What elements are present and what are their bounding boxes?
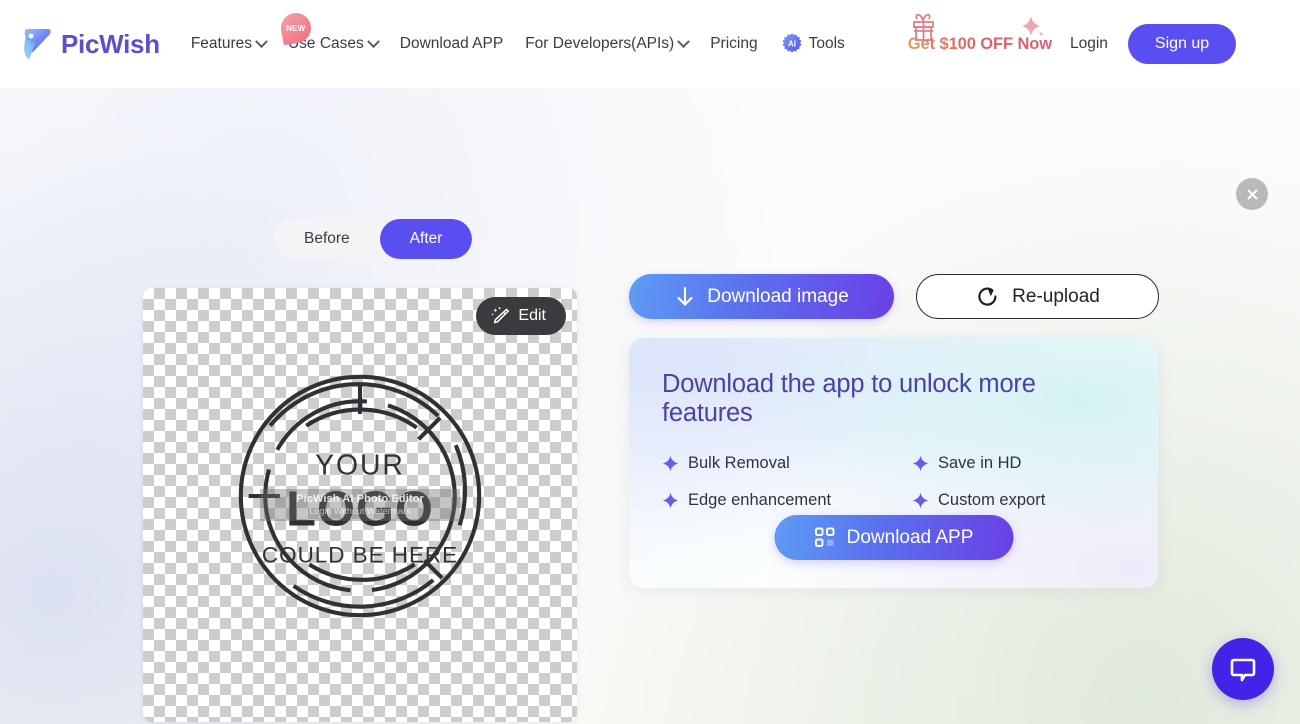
chevron-down-icon	[677, 34, 691, 48]
chat-bubble-icon	[1230, 658, 1256, 682]
nav-item-ai-tools[interactable]: AI Tools	[769, 24, 856, 64]
action-button-row: Download image Re-upload	[629, 274, 1159, 319]
feature-label: Bulk Removal	[688, 454, 790, 472]
main-navigation: Features NEW Use Cases Download APP For …	[180, 10, 1278, 64]
nav-label: Download APP	[399, 35, 504, 52]
chevron-down-icon	[255, 34, 268, 48]
chevron-down-icon	[366, 34, 380, 48]
svg-text:AI: AI	[788, 39, 796, 48]
nav-label: For Developers(APIs)	[525, 35, 675, 52]
sparkle-icon	[912, 455, 929, 472]
toggle-option-before[interactable]: Before	[274, 219, 380, 259]
feature-item: Edge enhancement	[662, 491, 912, 510]
download-app-card: Download the app to unlock more features…	[629, 338, 1158, 588]
close-icon	[1247, 189, 1257, 199]
nav-item-use-cases[interactable]: NEW Use Cases	[277, 10, 389, 61]
sparkle-icon	[662, 492, 679, 509]
feature-label: Save in HD	[938, 454, 1022, 472]
site-header: PicWish Features NEW Use Cases Download …	[0, 0, 1300, 88]
new-badge-label: NEW	[286, 23, 306, 33]
feature-label: Edge enhancement	[688, 491, 832, 509]
re-upload-button[interactable]: Re-upload	[916, 274, 1159, 319]
app-feature-list: Bulk Removal Save in HD Edge enhancement…	[662, 454, 1125, 510]
watermark-main-text: PicWish AI Photo Editor	[296, 493, 424, 505]
magic-pencil-icon	[492, 306, 510, 323]
svg-text:YOUR: YOUR	[315, 450, 405, 482]
edit-button-label: Edit	[518, 307, 546, 324]
download-app-label: Download APP	[846, 526, 974, 548]
nav-label: Tools	[808, 35, 845, 52]
picwish-logo-link[interactable]: PicWish	[22, 27, 160, 61]
nav-item-features[interactable]: Features	[180, 27, 277, 61]
picwish-bird-logo-icon	[24, 29, 51, 60]
nav-item-for-developers[interactable]: For Developers(APIs)	[514, 27, 699, 61]
toggle-option-after[interactable]: After	[379, 219, 473, 259]
download-app-button[interactable]: Download APP	[774, 515, 1013, 560]
sparkle-icon	[662, 455, 679, 472]
re-upload-label: Re-upload	[1012, 285, 1100, 307]
gift-icon	[912, 13, 934, 41]
image-preview-canvas: YOUR LOGO COULD BE HERE PicWish AI Photo…	[143, 288, 577, 722]
promo-get-100-off[interactable]: Get $100 OFF Now	[908, 13, 1052, 54]
nav-item-pricing[interactable]: Pricing	[699, 27, 768, 61]
qr-grid-icon	[815, 527, 835, 547]
feature-item: Custom export	[912, 491, 1125, 510]
watermark-overlay: PicWish AI Photo Editor Login Without Wa…	[260, 489, 460, 521]
download-arrow-icon	[677, 286, 693, 306]
ai-gear-icon: AI	[782, 33, 802, 53]
sparkle-star-icon	[1021, 15, 1043, 36]
sparkle-icon	[912, 492, 929, 509]
nav-item-download-app[interactable]: Download APP	[389, 27, 514, 61]
nav-label: Pricing	[710, 35, 758, 52]
feature-item: Bulk Removal	[662, 454, 912, 473]
download-image-label: Download image	[707, 285, 849, 307]
signup-button[interactable]: Sign up	[1127, 24, 1237, 64]
close-button[interactable]	[1236, 178, 1268, 210]
nav-label: Features	[190, 35, 252, 52]
watermark-sub-text: Login Without Watermark	[309, 506, 411, 516]
feature-label: Custom export	[938, 491, 1046, 509]
download-image-button[interactable]: Download image	[629, 274, 894, 319]
chat-widget-button[interactable]	[1212, 638, 1274, 700]
refresh-icon	[978, 287, 997, 306]
login-link[interactable]: Login	[1056, 27, 1122, 61]
before-after-toggle[interactable]: Before After	[274, 219, 473, 259]
app-card-title: Download the app to unlock more features	[662, 370, 1036, 427]
brand-name: PicWish	[61, 28, 160, 59]
edit-button[interactable]: Edit	[476, 297, 566, 335]
svg-text:COULD BE HERE: COULD BE HERE	[262, 543, 458, 568]
feature-item: Save in HD	[912, 454, 1125, 473]
